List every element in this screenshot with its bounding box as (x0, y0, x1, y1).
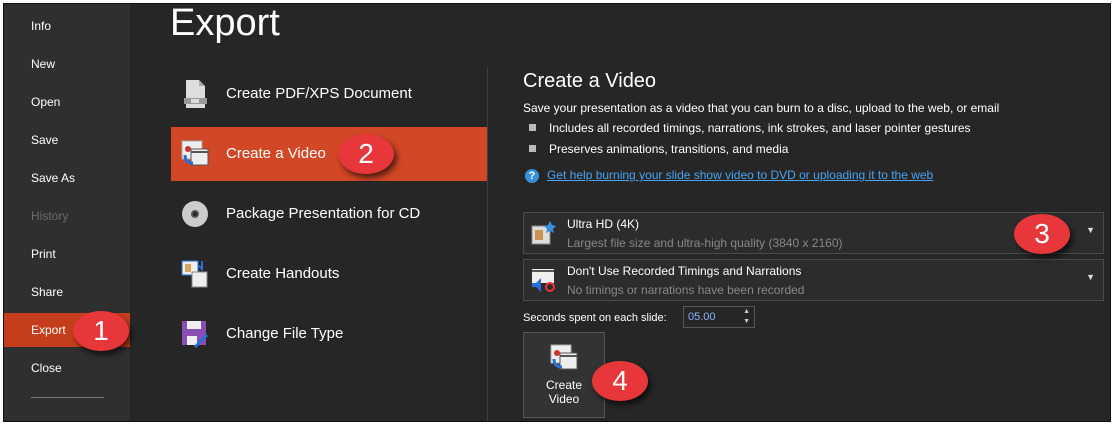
sidebar-item-save-as[interactable]: Save As (4, 161, 130, 195)
save-file-type-icon (182, 321, 209, 349)
help-row: ? Get help burning your slide show video … (523, 168, 933, 183)
option-label: Create PDF/XPS Document (226, 85, 412, 102)
spin-up-icon[interactable]: ▲ (743, 307, 750, 317)
option-label: Create a Video (226, 145, 326, 162)
sidebar-item-close[interactable]: Close (4, 351, 130, 385)
timings-dropdown[interactable]: Don't Use Recorded Timings and Narration… (523, 259, 1104, 301)
step-badge-4: 4 (592, 361, 648, 401)
seconds-label: Seconds spent on each slide: (523, 312, 667, 324)
sidebar-item-new[interactable]: New (4, 47, 130, 81)
option-create-pdf[interactable]: Create PDF/XPS Document (171, 67, 488, 121)
option-package-cd[interactable]: Package Presentation for CD (171, 187, 488, 241)
sidebar: Info New Open Save Save As History Print… (4, 4, 130, 421)
sidebar-item-history: History (31, 209, 69, 223)
bullet-item: Preserves animations, transitions, and m… (527, 142, 788, 156)
help-icon: ? (525, 168, 539, 183)
step-badge-2: 2 (338, 134, 394, 174)
option-change-file-type[interactable]: Change File Type (171, 307, 488, 361)
option-label: Package Presentation for CD (226, 205, 421, 222)
video-icon (550, 344, 578, 370)
sidebar-item-info[interactable]: Info (4, 9, 130, 43)
step-badge-1: 1 (73, 311, 129, 351)
quality-subtitle: Largest file size and ultra-high quality… (567, 236, 843, 250)
handouts-icon (181, 260, 208, 288)
option-label: Change File Type (226, 325, 344, 342)
page-title: Export (170, 3, 280, 44)
quality-title: Ultra HD (4K) (567, 217, 640, 231)
option-create-video[interactable]: Create a Video (171, 127, 488, 181)
panel-description: Save your presentation as a video that y… (523, 101, 1000, 115)
pdf-document-icon (184, 80, 207, 108)
bullet-item: Includes all recorded timings, narration… (527, 121, 971, 135)
timings-subtitle: No timings or narrations have been recor… (567, 283, 805, 297)
sidebar-item-open[interactable]: Open (4, 85, 130, 119)
option-create-handouts[interactable]: Create Handouts (171, 247, 488, 301)
no-narration-icon (532, 269, 555, 292)
option-label: Create Handouts (226, 265, 340, 282)
sidebar-item-save[interactable]: Save (4, 123, 130, 157)
panel-divider (487, 67, 488, 421)
help-link[interactable]: Get help burning your slide show video t… (547, 168, 933, 182)
sidebar-divider (31, 397, 104, 398)
spin-down-icon[interactable]: ▼ (743, 317, 750, 327)
video-icon (181, 140, 209, 166)
backstage-window: Info New Open Save Save As History Print… (3, 3, 1111, 422)
quality-icon (531, 221, 556, 245)
chevron-down-icon: ▼ (1086, 225, 1095, 235)
chevron-down-icon: ▼ (1086, 272, 1095, 282)
seconds-value[interactable]: 05.00 (688, 311, 716, 323)
timings-title: Don't Use Recorded Timings and Narration… (567, 264, 802, 278)
sidebar-item-print[interactable]: Print (4, 237, 130, 271)
cd-icon (182, 201, 208, 227)
sidebar-item-share[interactable]: Share (4, 275, 130, 309)
panel-title: Create a Video (523, 70, 657, 92)
create-video-label-line2: Video (548, 392, 580, 406)
seconds-spinner[interactable]: 05.00 ▲ ▼ (683, 306, 755, 328)
step-badge-3: 3 (1014, 214, 1070, 254)
